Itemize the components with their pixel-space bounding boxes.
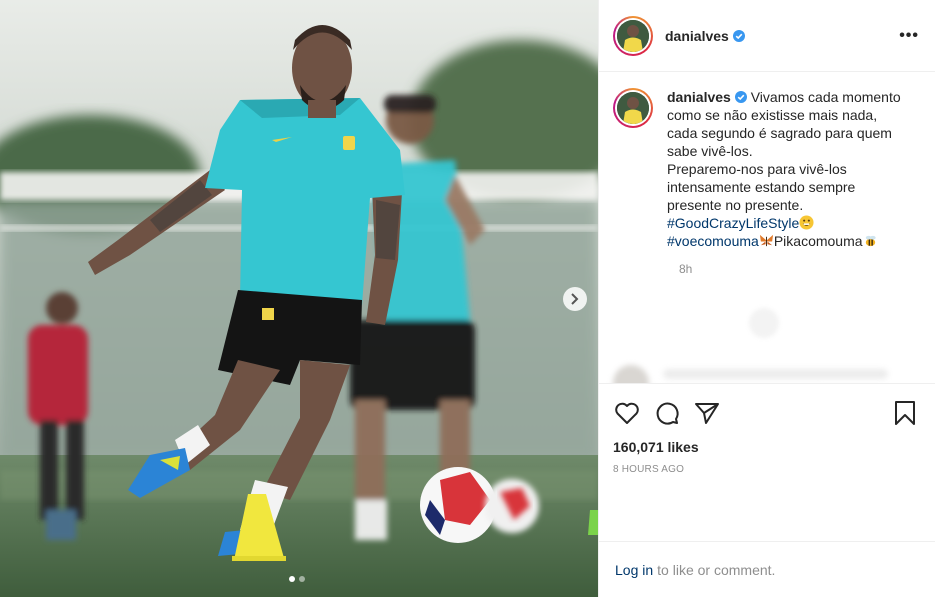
avatar	[617, 19, 649, 52]
login-prompt: Log in to like or comment.	[599, 541, 935, 597]
instagram-post: danialves ••• danialves Vivamos cada mom…	[0, 0, 935, 597]
caption-username[interactable]: danialves	[667, 89, 731, 105]
post-header: danialves •••	[599, 0, 935, 72]
login-prompt-text: to like or comment.	[657, 561, 776, 578]
caption-timestamp: 8h	[679, 262, 693, 276]
post-media[interactable]	[0, 0, 598, 597]
carousel-dot-active	[289, 576, 295, 582]
carousel-next-button[interactable]	[563, 287, 587, 311]
post-actions: 160,071 likes 8 HOURS AGO	[599, 383, 935, 541]
save-button[interactable]	[891, 399, 919, 427]
verified-badge-icon	[734, 91, 747, 103]
like-button[interactable]	[613, 399, 641, 427]
comment-avatar	[613, 365, 649, 383]
verified-badge-icon	[732, 29, 745, 42]
story-ring[interactable]	[613, 15, 653, 56]
bee-emoji-icon	[865, 235, 876, 247]
comment-bubble-icon	[656, 402, 679, 425]
likes-count[interactable]: 160,071 likes	[613, 439, 919, 455]
caption-tail: Pikacomouma	[773, 233, 863, 249]
blurred-comment	[613, 365, 903, 383]
posted-time[interactable]: 8 HOURS AGO	[613, 464, 919, 475]
caption-line-2: Preparemo-nos para vivê-los intensamente…	[667, 161, 856, 213]
heart-icon	[615, 402, 639, 424]
caption-text: danialves Vivamos cada momento como se n…	[667, 88, 907, 250]
caption-story-ring[interactable]	[613, 88, 653, 128]
chevron-right-icon	[571, 293, 579, 305]
carousel-indicator	[289, 576, 305, 582]
comment-button[interactable]	[653, 399, 681, 427]
hashtag-goodcrazylifestyle[interactable]: #GoodCrazyLifeStyle	[667, 215, 799, 231]
action-icons	[613, 397, 919, 429]
bookmark-icon	[895, 401, 915, 425]
butterfly-emoji-icon	[759, 234, 773, 247]
header-username[interactable]: danialves	[665, 28, 729, 44]
caption-row: danialves Vivamos cada momento como se n…	[613, 88, 919, 250]
carousel-dot	[299, 576, 305, 582]
more-options-icon[interactable]: •••	[899, 27, 919, 45]
share-button[interactable]	[693, 399, 721, 427]
grinning-emoji-icon	[799, 215, 814, 230]
post-photo	[0, 0, 598, 597]
paper-plane-icon	[695, 403, 719, 424]
login-link[interactable]: Log in	[615, 562, 653, 578]
caption-avatar	[617, 92, 649, 124]
loading-spinner-icon	[749, 308, 779, 338]
comments-section: danialves Vivamos cada momento como se n…	[599, 72, 935, 383]
post-sidebar: danialves ••• danialves Vivamos cada mom…	[598, 0, 935, 597]
hashtag-voecomouma[interactable]: #voecomouma	[667, 233, 759, 249]
